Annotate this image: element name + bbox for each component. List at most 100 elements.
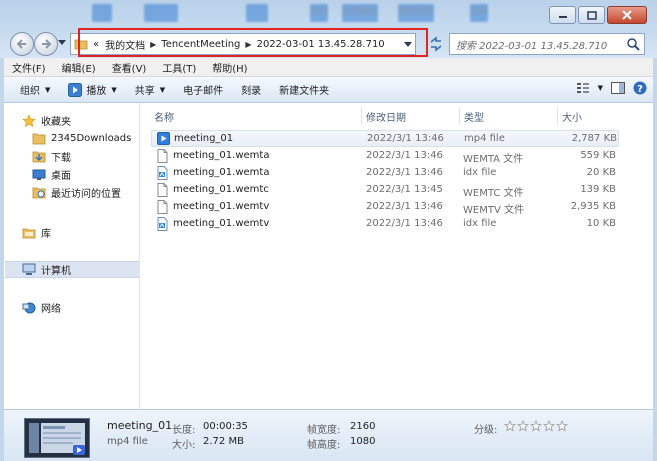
maximize-button[interactable]: [578, 6, 605, 24]
forward-button[interactable]: [34, 32, 58, 56]
column-header-name[interactable]: 名称: [154, 106, 174, 126]
burn-button[interactable]: 刻录: [232, 82, 270, 97]
view-options-chevron-down-icon[interactable]: ▼: [598, 84, 603, 92]
file-type: WEMTC 文件: [463, 188, 524, 199]
nav-recent-places[interactable]: 最近访问的位置: [32, 184, 121, 201]
file-size: 139 KB: [580, 184, 616, 195]
breadcrumb-overflow[interactable]: «: [93, 39, 99, 50]
help-icon[interactable]: ?: [633, 81, 647, 95]
organize-label: 组织: [20, 86, 40, 97]
details-file-name: meeting_01: [107, 419, 173, 432]
column-header-date[interactable]: 修改日期: [366, 106, 406, 126]
table-row[interactable]: meeting_01.wemtv 2022/3/1 13:46 idx file…: [151, 216, 619, 233]
library-icon: [22, 228, 36, 239]
breadcrumb-tencentmeeting[interactable]: TencentMeeting: [161, 39, 240, 50]
organize-button[interactable]: 组织 ▼: [4, 82, 59, 98]
star-outline-icon[interactable]: [543, 420, 555, 432]
close-button[interactable]: [607, 6, 647, 24]
nav-libraries[interactable]: 库: [22, 224, 51, 241]
back-button[interactable]: [10, 32, 34, 56]
blurred-text: 刷新程序: [398, 4, 435, 22]
nav-2345downloads[interactable]: 2345Downloads: [32, 130, 131, 147]
file-date: 2022/3/1 13:46: [367, 133, 444, 144]
column-divider[interactable]: [557, 107, 558, 125]
column-header-type-label: 类型: [464, 112, 484, 124]
folder-icon: [32, 133, 46, 145]
column-header-type[interactable]: 类型: [464, 106, 484, 126]
details-length-value: 00:00:35: [203, 421, 248, 432]
nav-2345downloads-label: 2345Downloads: [51, 133, 132, 144]
star-outline-icon[interactable]: [517, 420, 529, 432]
rating-stars[interactable]: [504, 420, 568, 432]
breadcrumb-separator-icon[interactable]: ▶: [150, 40, 156, 49]
file-size: 2,787 KB: [571, 133, 617, 144]
menu-edit[interactable]: 编辑(E): [54, 60, 104, 75]
address-dropdown-icon[interactable]: [403, 38, 413, 50]
email-label: 电子邮件: [183, 86, 224, 97]
star-outline-icon[interactable]: [504, 420, 516, 432]
breadcrumb-documents[interactable]: 我的文档: [105, 37, 145, 52]
email-button[interactable]: 电子邮件: [174, 82, 232, 97]
nav-desktop[interactable]: 桌面: [32, 166, 71, 183]
close-icon: [622, 10, 632, 20]
star-outline-icon[interactable]: [530, 420, 542, 432]
table-row[interactable]: meeting_01.wemtv 2022/3/1 13:46 WEMTV 文件…: [151, 199, 619, 216]
table-row[interactable]: meeting_01.wemta 2022/3/1 13:46 idx file…: [151, 165, 619, 182]
file-date: 2022/3/1 13:46: [366, 150, 443, 161]
breadcrumb-current-folder[interactable]: 2022-03-01 13.45.28.710: [257, 39, 385, 50]
file-size: 20 KB: [586, 167, 616, 178]
video-icon: [157, 132, 170, 145]
nav-favorites[interactable]: 收藏夹: [22, 112, 71, 129]
view-details-icon[interactable]: [576, 82, 590, 94]
video-thumbnail-image: [25, 419, 89, 457]
table-row[interactable]: meeting_01.wemtc 2022/3/1 13:45 WEMTC 文件…: [151, 182, 619, 199]
menu-file[interactable]: 文件(F): [4, 60, 54, 75]
menu-tools[interactable]: 工具(T): [154, 60, 204, 75]
main-area: 收藏夹 2345Downloads 下载 桌面 最近访问的位置 库 计算机 网络…: [4, 103, 653, 409]
file-type: WEMTA 文件: [463, 154, 524, 165]
menu-bar: 文件(F) 编辑(E) 查看(V) 工具(T) 帮助(H): [4, 58, 653, 77]
address-bar[interactable]: « 我的文档 ▶ TencentMeeting ▶ 2022-03-01 13.…: [70, 33, 416, 55]
star-outline-icon[interactable]: [556, 420, 568, 432]
breadcrumb-separator-icon[interactable]: ▶: [245, 40, 251, 49]
column-header-date-label: 修改日期: [366, 112, 406, 124]
share-button[interactable]: 共享 ▼: [126, 82, 174, 98]
column-divider[interactable]: [361, 107, 362, 125]
play-button[interactable]: 播放 ▼: [59, 82, 125, 97]
file-type: idx file: [463, 167, 497, 178]
file-type: mp4 file: [464, 133, 505, 144]
column-divider[interactable]: [459, 107, 460, 125]
play-label: 播放: [86, 86, 107, 97]
minimize-button[interactable]: [549, 6, 576, 24]
preview-pane-icon[interactable]: [611, 82, 625, 94]
video-thumbnail: [24, 418, 90, 458]
file-type: WEMTV 文件: [463, 205, 524, 216]
new-folder-button[interactable]: 新建文件夹: [270, 82, 338, 97]
play-icon: [68, 82, 83, 97]
blurred-text: 迭进程式: [342, 4, 379, 22]
search-icon[interactable]: [626, 37, 640, 51]
file-name: meeting_01: [174, 133, 234, 144]
new-folder-label: 新建文件夹: [279, 86, 330, 97]
network-icon: [22, 302, 36, 314]
view-controls: ▼ ?: [576, 81, 647, 95]
recent-pages-dropdown-icon[interactable]: [58, 40, 66, 46]
nav-downloads[interactable]: 下载: [32, 148, 71, 165]
search-placeholder: 搜索 2022-03-01 13.45.28.710: [456, 40, 608, 52]
menu-view[interactable]: 查看(V): [104, 60, 155, 75]
blurred-text: 选择: [470, 4, 489, 22]
table-row[interactable]: meeting_01.wemta 2022/3/1 13:46 WEMTA 文件…: [151, 148, 619, 165]
nav-computer[interactable]: 计算机: [5, 261, 139, 278]
nav-network[interactable]: 网络: [22, 299, 61, 316]
file-name: meeting_01.wemtv: [173, 201, 270, 212]
file-icon: [157, 183, 168, 197]
table-row[interactable]: meeting_01 2022/3/1 13:46 mp4 file 2,787…: [151, 130, 619, 147]
file-name: meeting_01.wemtc: [173, 184, 269, 195]
arrow-left-icon: [16, 39, 26, 49]
search-input[interactable]: 搜索 2022-03-01 13.45.28.710: [449, 33, 645, 55]
column-header-size[interactable]: 大小: [562, 106, 582, 126]
refresh-icon[interactable]: [428, 36, 444, 52]
menu-help[interactable]: 帮助(H): [204, 60, 255, 75]
file-date: 2022/3/1 13:46: [366, 218, 443, 229]
blurred-text: 排列: [310, 4, 329, 22]
